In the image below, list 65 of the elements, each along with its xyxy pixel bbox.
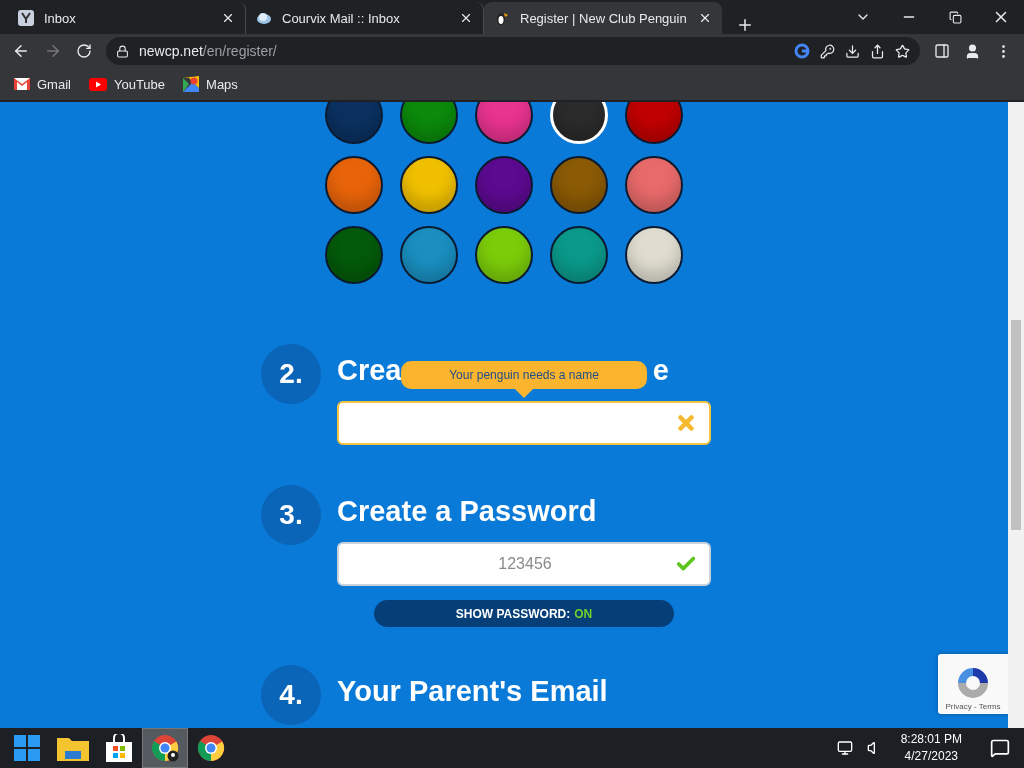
color-swatch[interactable] [325,102,383,144]
download-icon[interactable] [845,43,860,59]
network-icon[interactable] [836,740,853,756]
step-heading: Crea [337,354,402,387]
bookmark[interactable]: YouTube [88,76,166,92]
color-swatch[interactable] [400,226,458,284]
recaptcha-badge[interactable]: Privacy - Terms [938,654,1008,714]
cloud-icon [256,10,272,26]
close-icon[interactable] [221,11,235,25]
reload-icon[interactable] [76,43,92,59]
play-icon [88,77,107,91]
color-swatch[interactable] [325,156,383,214]
mail-icon [14,78,30,90]
step-heading: Create a Password [337,495,598,528]
step-number: 4. [261,665,321,725]
new-tab-icon[interactable] [736,16,754,34]
clock[interactable]: 8:28:01 PM 4/27/2023 [900,731,962,765]
step-heading: Your Parent's Email [337,675,608,708]
close-icon[interactable] [698,11,712,25]
penguin-icon [494,10,510,26]
forward-icon[interactable] [44,42,62,60]
color-swatch[interactable] [475,156,533,214]
color-swatch[interactable] [400,102,458,144]
windows-logo-icon[interactable] [14,735,40,761]
store-bag-icon[interactable] [106,734,132,762]
step-number: 2. [261,344,321,404]
show-password-toggle[interactable]: SHOW PASSWORD: ON [374,600,674,627]
restore-icon[interactable] [948,10,962,24]
map-pin-icon [183,76,200,92]
chrome-icon [197,734,225,762]
g-logo-icon[interactable] [794,43,810,59]
color-swatch[interactable] [625,226,683,284]
color-swatch[interactable] [475,102,533,144]
scrollbar-thumb[interactable] [1011,320,1021,530]
name-field[interactable] [337,401,711,445]
folder-icon[interactable] [57,735,89,761]
step-number: 3. [261,485,321,545]
taskbar-app[interactable] [142,728,188,768]
y-logo-icon [18,10,34,26]
color-swatch[interactable] [400,156,458,214]
profile-icon[interactable] [964,42,981,60]
close-icon[interactable] [459,11,473,25]
cross-icon [675,412,697,434]
star-icon[interactable] [895,43,910,59]
share-icon[interactable] [870,43,885,59]
color-swatch[interactable] [625,156,683,214]
recaptcha-logo-icon [955,666,991,700]
tooltip: Your penguin needs a name [401,361,647,398]
password-field[interactable]: 123456 [337,542,711,586]
bookmark[interactable]: Maps [183,76,238,92]
color-swatch[interactable] [625,102,683,144]
address-bar[interactable]: newcp.net/en/register/ [106,37,920,65]
notifications-icon[interactable] [990,738,1010,758]
back-icon[interactable] [12,42,30,60]
side-panel-icon[interactable] [934,43,950,59]
color-swatch[interactable] [325,226,383,284]
browser-tab[interactable]: Register | New Club Penguin [484,2,722,34]
bookmark[interactable]: Gmail [14,76,71,92]
color-swatch[interactable] [550,226,608,284]
lock-icon [116,44,129,58]
color-swatch[interactable] [550,156,608,214]
key-icon[interactable] [820,43,835,59]
chrome-icon [151,734,179,762]
step-heading: e [652,354,669,387]
color-swatch[interactable] [475,226,533,284]
